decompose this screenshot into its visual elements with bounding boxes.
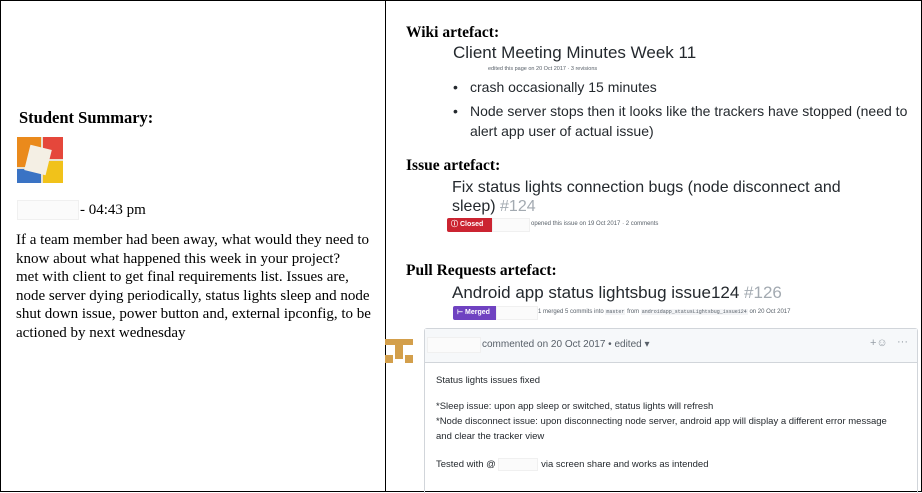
pr-title-text[interactable]: Android app status lightsbug issue124 [452,283,739,302]
add-reaction-icon[interactable]: +☺ [870,337,888,349]
issue-artefact-label: Issue artefact: [406,157,501,174]
comment-meta[interactable]: commented on 20 Oct 2017 • edited ▾ [482,339,650,350]
redacted-name [17,200,79,220]
redacted-user [492,218,530,232]
summary-answer: met with client to get final requirement… [16,269,371,341]
head-branch[interactable]: androidapp_statusLightsbug_issue124 [640,309,748,315]
closed-status-badge: ⓘ Closed [447,218,495,232]
comment-line: Status lights issues fixed [436,375,541,386]
commenter-identicon[interactable] [385,335,413,363]
panel-divider [385,0,386,492]
comment-tested-line: Tested with @ via screen share and works… [436,457,709,472]
wiki-bullet-text: crash occasionally 15 minutes [470,79,657,95]
wiki-artefact-label: Wiki artefact: [406,24,500,41]
summary-text: If a team member had been away, what wou… [16,231,376,343]
comment-line: *Node disconnect issue: upon disconnecti… [436,416,887,427]
pr-meta-prefix: 1 merged 5 commits into [538,309,604,315]
summary-question: If a team member had been away, what wou… [16,232,370,267]
comment-mention-suffix: via screen share and works as intended [541,459,709,470]
pr-artefact-label: Pull Requests artefact: [406,262,557,279]
issue-number[interactable]: #124 [500,198,536,215]
redacted-commenter [427,337,481,353]
pr-title[interactable]: Android app status lightsbug issue124 #1… [452,283,782,303]
bullet-dot: • [453,103,458,119]
redacted-mention [498,457,539,471]
student-summary-panel: Student Summary: - 04:43 pm If a team me… [0,0,385,492]
wiki-edited-meta: edited this page on 20 Oct 2017 · 3 revi… [488,66,598,72]
base-branch[interactable]: master [605,309,626,315]
pr-meta: 1 merged 5 commits into master from andr… [538,309,790,315]
pr-meta-suffix: on 20 Oct 2017 [749,309,791,315]
student-summary-heading: Student Summary: [19,108,154,127]
bullet-dot: • [453,79,458,95]
comment-line: *Sleep issue: upon app sleep or switched… [436,401,714,412]
pr-number[interactable]: #126 [744,283,782,302]
pr-meta-from: from [627,309,640,315]
student-avatar [17,137,63,183]
comment-line: and clear the tracker view [436,431,545,442]
more-options-icon[interactable]: ··· [897,336,908,348]
wiki-bullet-text: Node server stops then it looks like the… [470,103,908,139]
issue-meta: opened this issue on 19 Oct 2017 · 2 com… [531,221,659,227]
pr-comment: commented on 20 Oct 2017 • edited ▾ +☺ ·… [424,328,918,493]
comment-header: commented on 20 Oct 2017 • edited ▾ +☺ ·… [425,329,917,363]
comment-mention-prefix: Tested with @ [436,459,496,470]
merged-status-badge: ⊢ Merged [453,306,498,320]
redacted-user [496,306,538,320]
issue-title[interactable]: Fix status lights connection bugs (node … [452,178,882,216]
wiki-page-title[interactable]: Client Meeting Minutes Week 11 [453,43,696,63]
summary-time: - 04:43 pm [80,202,146,218]
